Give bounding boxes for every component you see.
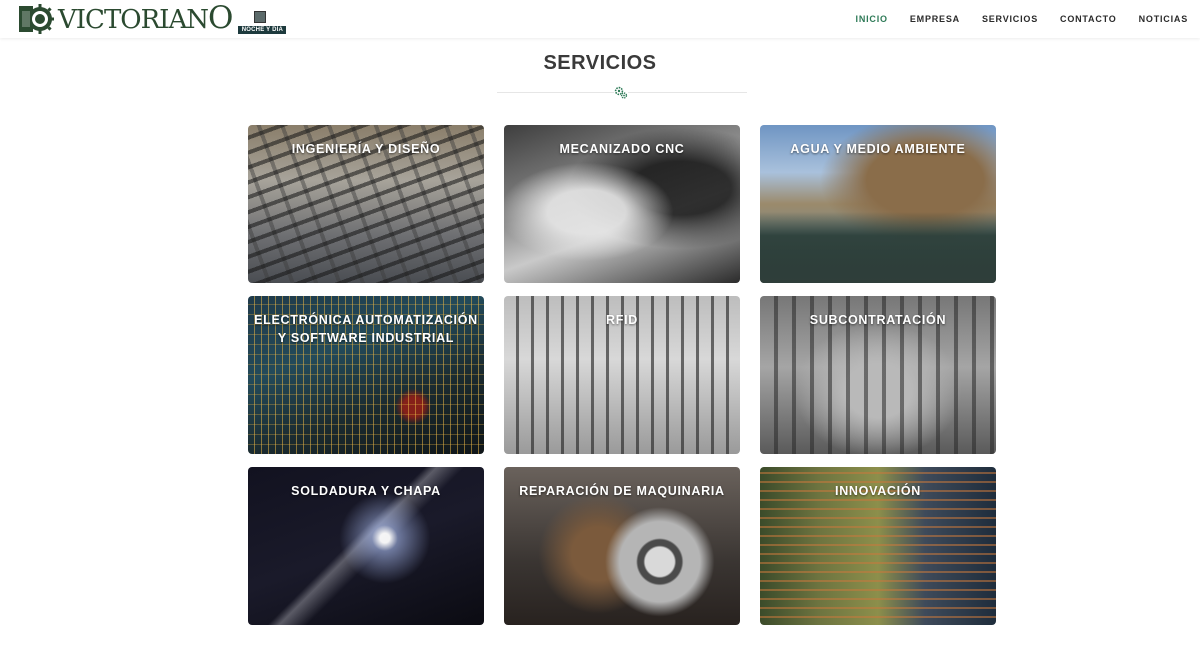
site-header: VICTORIANO NOCHE Y DÍA INICIO EMPRESA SE… (0, 0, 1200, 38)
gears-icon (614, 86, 628, 99)
logo-text-main: VICTORIAN (58, 5, 209, 35)
nav-item-servicios[interactable]: SERVICIOS (982, 14, 1038, 24)
service-title: INNOVACIÓN (835, 484, 921, 498)
service-title: SUBCONTRATACIÓN (809, 313, 947, 327)
nav-item-contacto[interactable]: CONTACTO (1060, 14, 1117, 24)
service-card-electronica[interactable]: ELECTRÓNICA AUTOMATIZACIÓN Y SOFTWARE IN… (248, 296, 484, 454)
service-title: MECANIZADO CNC (559, 142, 685, 156)
gear-logo-icon (19, 4, 54, 34)
service-title: REPARACIÓN DE MAQUINARIA (519, 484, 725, 498)
site-logo[interactable]: VICTORIANO NOCHE Y DÍA (18, 0, 287, 36)
service-title: AGUA Y MEDIO AMBIENTE (790, 142, 966, 156)
main-nav: INICIO EMPRESA SERVICIOS CONTACTO NOTICI… (856, 0, 1188, 38)
service-title: RFID (606, 313, 638, 327)
service-title: SOLDADURA Y CHAPA (291, 484, 441, 498)
noche-y-dia-badge: NOCHE Y DÍA (238, 3, 287, 35)
badge-emblem-icon (254, 11, 267, 23)
service-card-subcontratacion[interactable]: SUBCONTRATACIÓN (760, 296, 996, 454)
logo-wordmark: VICTORIANO (58, 0, 233, 36)
service-card-rfid[interactable]: RFID (504, 296, 740, 454)
service-card-agua-medio-ambiente[interactable]: AGUA Y MEDIO AMBIENTE (760, 125, 996, 283)
nav-item-empresa[interactable]: EMPRESA (910, 14, 960, 24)
nav-item-noticias[interactable]: NOTICIAS (1139, 14, 1188, 24)
service-card-soldadura-chapa[interactable]: SOLDADURA Y CHAPA (248, 467, 484, 625)
logo-text-end: O (207, 0, 233, 36)
section-title: SERVICIOS (543, 52, 657, 74)
services-grid: INGENIERÍA Y DISEÑO MECANIZADO CNC AGUA … (248, 125, 996, 625)
service-title: ELECTRÓNICA AUTOMATIZACIÓN Y SOFTWARE IN… (254, 313, 478, 345)
service-card-reparacion-maquinaria[interactable]: REPARACIÓN DE MAQUINARIA (504, 467, 740, 625)
service-card-mecanizado-cnc[interactable]: MECANIZADO CNC (504, 125, 740, 283)
service-title: INGENIERÍA Y DISEÑO (291, 142, 441, 156)
service-card-ingenieria[interactable]: INGENIERÍA Y DISEÑO (248, 125, 484, 283)
nav-item-inicio[interactable]: INICIO (856, 14, 888, 24)
badge-label: NOCHE Y DÍA (238, 26, 287, 34)
service-card-innovacion[interactable]: INNOVACIÓN (760, 467, 996, 625)
